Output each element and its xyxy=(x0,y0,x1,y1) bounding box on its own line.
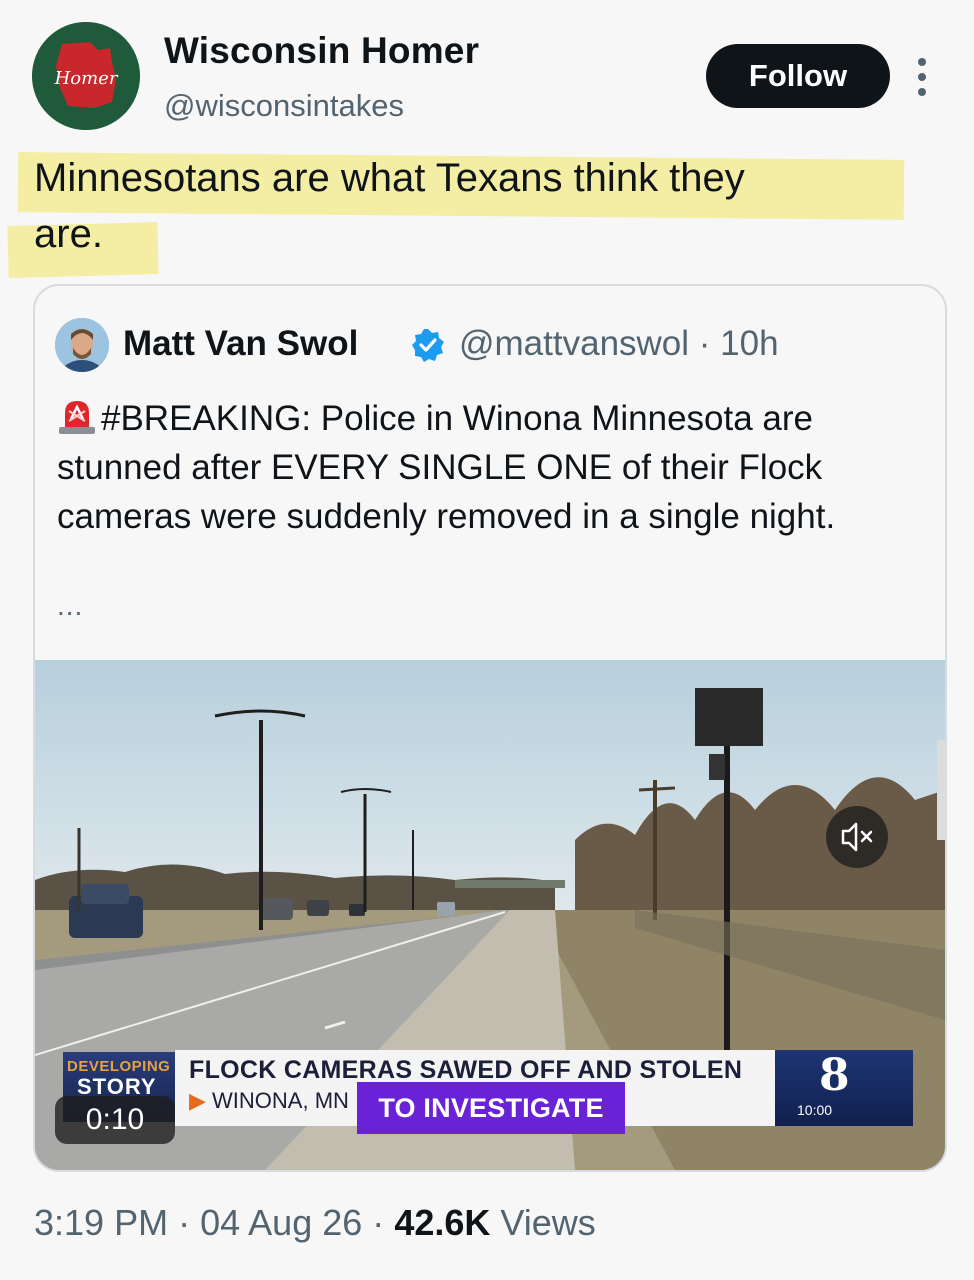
broadcast-clock: 10:00 xyxy=(797,1102,833,1118)
author-display-name[interactable]: Wisconsin Homer xyxy=(164,30,479,72)
author-handle[interactable]: @wisconsintakes xyxy=(164,88,404,124)
siren-icon xyxy=(59,401,95,434)
views-count: 42.6K xyxy=(394,1202,491,1243)
author-avatar[interactable]: Homer xyxy=(32,22,140,130)
post-time[interactable]: 3:19 PM xyxy=(34,1202,168,1243)
wisconsin-logo: Homer xyxy=(32,22,140,130)
quoted-handle[interactable]: @mattvanswol xyxy=(459,324,689,363)
post-date[interactable]: 04 Aug 26 xyxy=(200,1202,362,1243)
quoted-author-avatar[interactable] xyxy=(55,318,109,372)
quoted-age[interactable]: 10h xyxy=(720,324,778,363)
video-player[interactable]: DEVELOPING STORY FLOCK CAMERAS SAWED OFF… xyxy=(35,660,945,1170)
meta-separator: · xyxy=(698,324,711,363)
person-photo xyxy=(55,318,109,372)
tweet-footer: 3:19 PM · 04 Aug 26 · 42.6K Views xyxy=(34,1202,596,1244)
channel-logo: 8 10:00 xyxy=(775,1050,913,1126)
views-label: Views xyxy=(500,1202,596,1243)
footer-dot: · xyxy=(178,1202,191,1243)
news-headline: FLOCK CAMERAS SAWED OFF AND STOLEN xyxy=(189,1056,743,1084)
more-icon[interactable] xyxy=(912,54,932,100)
follow-button[interactable]: Follow xyxy=(706,44,890,108)
news-subline: ▶ WINONA, MN xyxy=(189,1088,349,1114)
tweet-text-line: Minnesotans are what Texans think they xyxy=(34,156,745,200)
mute-icon xyxy=(841,822,873,852)
quoted-text: #BREAKING: Police in Winona Minnesota ar… xyxy=(57,394,927,541)
svg-text:Homer: Homer xyxy=(54,68,119,89)
quoted-text-body: #BREAKING: Police in Winona Minnesota ar… xyxy=(57,399,836,536)
quoted-author-name[interactable]: Matt Van Swol xyxy=(123,324,358,364)
tweet-text-line: are. xyxy=(34,212,103,256)
video-timer: 0:10 xyxy=(55,1096,175,1144)
quoted-tweet-card[interactable]: Matt Van Swol @mattvanswol · 10h #BREAKI… xyxy=(33,284,947,1172)
mute-button[interactable] xyxy=(826,806,888,868)
channel-number: 8 xyxy=(819,1050,850,1101)
footer-dot: · xyxy=(372,1202,385,1243)
play-triangle-icon: ▶ xyxy=(189,1088,206,1113)
verified-icon xyxy=(412,329,444,362)
show-more-ellipsis[interactable]: ... xyxy=(57,590,83,622)
tweet-text: Minnesotans are what Texans think they a… xyxy=(34,150,914,262)
news-location: WINONA, MN xyxy=(212,1088,349,1113)
quoted-meta: @mattvanswol · 10h xyxy=(459,324,779,364)
investigate-callout: TO INVESTIGATE xyxy=(357,1082,625,1134)
badge-top: DEVELOPING xyxy=(67,1058,171,1075)
